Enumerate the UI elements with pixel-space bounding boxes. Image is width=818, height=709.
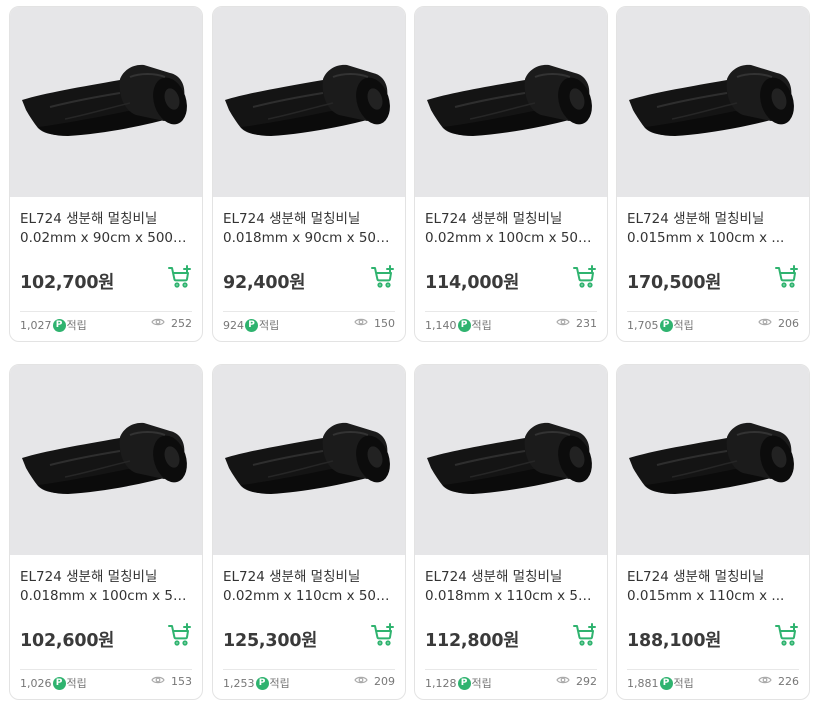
product-name[interactable]: EL724 생분해 멀칭비닐 bbox=[627, 565, 801, 585]
product-spec[interactable]: 0.02mm x 110cm x 500... bbox=[223, 588, 397, 604]
product-name[interactable]: EL724 생분해 멀칭비닐 bbox=[425, 565, 599, 585]
product-card[interactable]: EL724 생분해 멀칭비닐 0.02mm x 100cm x 500... 1… bbox=[414, 6, 608, 342]
cart-plus-icon[interactable] bbox=[168, 623, 192, 647]
product-image[interactable] bbox=[415, 365, 607, 555]
divider bbox=[20, 669, 192, 670]
product-card[interactable]: EL724 생분해 멀칭비닐 0.018mm x 90cm x 500... 9… bbox=[212, 6, 406, 342]
points-label: 적립 bbox=[269, 677, 290, 690]
view-count: 150 bbox=[374, 317, 395, 330]
product-spec[interactable]: 0.015mm x 100cm x ... bbox=[627, 230, 801, 246]
product-card[interactable]: EL724 생분해 멀칭비닐 0.015mm x 100cm x ... 170… bbox=[616, 6, 810, 342]
point-badge-icon: P bbox=[255, 676, 269, 690]
product-name[interactable]: EL724 생분해 멀칭비닐 bbox=[223, 207, 397, 227]
divider bbox=[425, 669, 597, 670]
points-value: 924 bbox=[223, 318, 244, 332]
point-badge-icon: P bbox=[659, 318, 673, 332]
point-badge-icon: P bbox=[245, 318, 258, 332]
point-badge-icon: P bbox=[659, 676, 673, 690]
eye-icon bbox=[354, 317, 368, 330]
points-label: 적립 bbox=[673, 319, 694, 332]
product-price: 102,600원 bbox=[20, 631, 115, 651]
points-label: 적립 bbox=[673, 677, 694, 690]
product-image[interactable] bbox=[213, 365, 405, 555]
eye-icon bbox=[151, 317, 165, 330]
points-label: 적립 bbox=[471, 677, 492, 690]
product-grid: EL724 생분해 멀칭비닐 0.02mm x 90cm x 500M... 1… bbox=[0, 0, 818, 709]
points-label: 적립 bbox=[471, 319, 492, 332]
points-value: 1,026 bbox=[20, 676, 52, 690]
view-count: 153 bbox=[171, 675, 192, 688]
view-count: 252 bbox=[171, 317, 192, 330]
product-price: 112,800원 bbox=[425, 631, 520, 651]
points-value: 1,128 bbox=[425, 676, 457, 690]
points-value: 1,705 bbox=[627, 318, 659, 332]
product-image[interactable] bbox=[10, 7, 202, 197]
product-price: 188,100원 bbox=[627, 631, 722, 651]
cart-plus-icon[interactable] bbox=[371, 265, 395, 289]
product-price: 102,700원 bbox=[20, 273, 115, 293]
cart-plus-icon[interactable] bbox=[573, 623, 597, 647]
eye-icon bbox=[354, 675, 368, 688]
divider bbox=[20, 311, 192, 312]
product-image[interactable] bbox=[415, 7, 607, 197]
product-spec[interactable]: 0.015mm x 110cm x ... bbox=[627, 588, 801, 604]
cart-plus-icon[interactable] bbox=[371, 623, 395, 647]
eye-icon bbox=[758, 317, 772, 330]
product-price: 170,500원 bbox=[627, 273, 722, 293]
view-count: 206 bbox=[778, 317, 799, 330]
points-value: 1,140 bbox=[425, 318, 457, 332]
cart-plus-icon[interactable] bbox=[775, 265, 799, 289]
product-card[interactable]: EL724 생분해 멀칭비닐 0.018mm x 100cm x 500... … bbox=[9, 364, 203, 700]
point-badge-icon: P bbox=[52, 676, 66, 690]
view-count: 292 bbox=[576, 675, 597, 688]
product-image[interactable] bbox=[213, 7, 405, 197]
point-badge-icon: P bbox=[457, 676, 471, 690]
points-label: 적립 bbox=[66, 319, 87, 332]
product-image[interactable] bbox=[617, 365, 809, 555]
product-spec[interactable]: 0.02mm x 90cm x 500M... bbox=[20, 230, 194, 246]
product-price: 92,400원 bbox=[223, 273, 306, 293]
product-card[interactable]: EL724 생분해 멀칭비닐 0.018mm x 110cm x 500... … bbox=[414, 364, 608, 700]
product-spec[interactable]: 0.02mm x 100cm x 500... bbox=[425, 230, 599, 246]
eye-icon bbox=[151, 675, 165, 688]
cart-plus-icon[interactable] bbox=[168, 265, 192, 289]
product-image[interactable] bbox=[617, 7, 809, 197]
view-count: 226 bbox=[778, 675, 799, 688]
points-label: 적립 bbox=[66, 677, 87, 690]
product-card[interactable]: EL724 생분해 멀칭비닐 0.015mm x 110cm x ... 188… bbox=[616, 364, 810, 700]
points-label: 적립 bbox=[259, 319, 280, 332]
eye-icon bbox=[758, 675, 772, 688]
divider bbox=[627, 669, 799, 670]
point-badge-icon: P bbox=[52, 318, 66, 332]
cart-plus-icon[interactable] bbox=[573, 265, 597, 289]
divider bbox=[627, 311, 799, 312]
view-count: 231 bbox=[576, 317, 597, 330]
product-card[interactable]: EL724 생분해 멀칭비닐 0.02mm x 110cm x 500... 1… bbox=[212, 364, 406, 700]
product-name[interactable]: EL724 생분해 멀칭비닐 bbox=[20, 565, 194, 585]
point-badge-icon: P bbox=[457, 318, 471, 332]
product-name[interactable]: EL724 생분해 멀칭비닐 bbox=[223, 565, 397, 585]
divider bbox=[425, 311, 597, 312]
product-name[interactable]: EL724 생분해 멀칭비닐 bbox=[20, 207, 194, 227]
eye-icon bbox=[556, 675, 570, 688]
points-value: 1,027 bbox=[20, 318, 52, 332]
cart-plus-icon[interactable] bbox=[775, 623, 799, 647]
product-name[interactable]: EL724 생분해 멀칭비닐 bbox=[627, 207, 801, 227]
product-spec[interactable]: 0.018mm x 110cm x 500... bbox=[425, 588, 599, 604]
points-value: 1,253 bbox=[223, 676, 255, 690]
product-spec[interactable]: 0.018mm x 90cm x 500... bbox=[223, 230, 397, 246]
points-value: 1,881 bbox=[627, 676, 659, 690]
product-card[interactable]: EL724 생분해 멀칭비닐 0.02mm x 90cm x 500M... 1… bbox=[9, 6, 203, 342]
product-price: 125,300원 bbox=[223, 631, 318, 651]
product-image[interactable] bbox=[10, 365, 202, 555]
divider bbox=[223, 311, 395, 312]
product-name[interactable]: EL724 생분해 멀칭비닐 bbox=[425, 207, 599, 227]
product-price: 114,000원 bbox=[425, 273, 520, 293]
product-spec[interactable]: 0.018mm x 100cm x 500... bbox=[20, 588, 194, 604]
divider bbox=[223, 669, 395, 670]
eye-icon bbox=[556, 317, 570, 330]
view-count: 209 bbox=[374, 675, 395, 688]
